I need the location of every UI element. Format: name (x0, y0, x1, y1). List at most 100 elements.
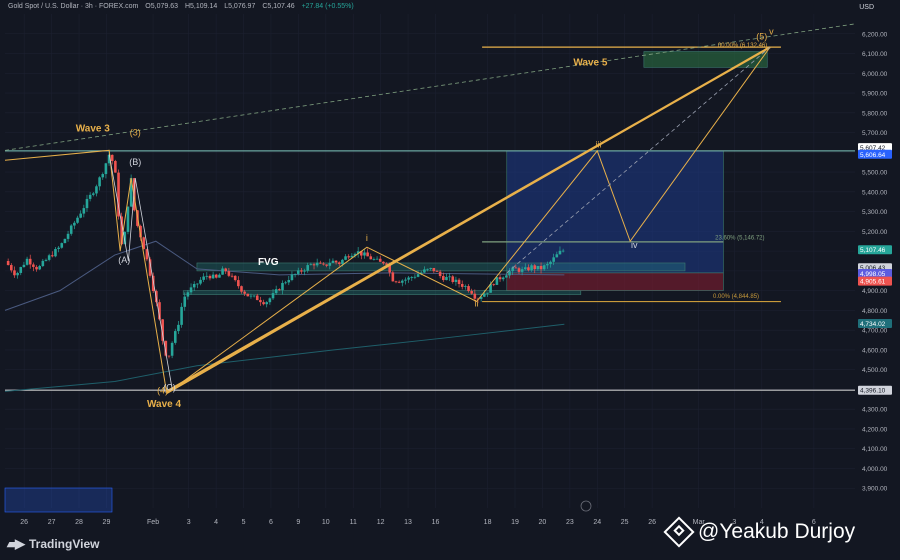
candle-body-10 (38, 266, 41, 270)
candle-body-118 (378, 258, 382, 262)
x-tick-3: 29 (103, 519, 111, 526)
y-tick-22: 6,100.00 (862, 51, 888, 58)
candle-body-59 (192, 283, 196, 288)
candle-body-65 (211, 274, 215, 279)
y-tick-23: 6,200.00 (862, 31, 888, 38)
y-tick-1: 4,000.00 (862, 466, 888, 473)
x-tick-14: 16 (432, 519, 440, 526)
candle-body-72 (233, 275, 237, 281)
candle-body-13 (47, 255, 51, 260)
candle-body-164 (523, 267, 527, 270)
x-tick-1: 27 (48, 519, 56, 526)
candle-body-97 (312, 264, 316, 266)
candle-body-16 (57, 247, 60, 249)
price-change: +27.84 (+0.55%) (301, 3, 354, 10)
candle-body-135 (432, 267, 436, 272)
candle-body-91 (293, 273, 297, 275)
candle-body-31 (104, 163, 108, 175)
candle-body-51 (167, 355, 171, 357)
candle-body-152 (486, 292, 489, 294)
ohlc-open: O5,079.63 (145, 3, 178, 10)
candle-body-54 (177, 324, 180, 332)
candle-body-126 (404, 279, 407, 281)
candle-body-115 (369, 256, 373, 260)
candle-body-29 (98, 177, 101, 187)
candle-body-87 (281, 282, 284, 291)
candle-body-167 (533, 265, 537, 270)
price-tag-7: 4,396.10 (860, 388, 886, 395)
candle-body-170 (542, 265, 546, 270)
candle-body-158 (505, 275, 508, 278)
x-tick-13: 13 (404, 519, 412, 526)
wave-label-6: Wave 4 (147, 399, 182, 410)
x-tick-19: 24 (593, 519, 601, 526)
candle-body-175 (558, 250, 562, 255)
wave-label-3: (A) (118, 255, 130, 265)
candle-body-125 (401, 280, 404, 283)
candle-body-127 (407, 277, 410, 280)
x-tick-21: 26 (648, 519, 656, 526)
candle-body-95 (306, 265, 310, 271)
candle-body-38 (126, 206, 130, 232)
candle-body-79 (255, 295, 259, 301)
chart-header: Gold Spot / U.S. Dollar · 3h · FOREX.com… (8, 3, 354, 10)
y-tick-9: 4,800.00 (862, 308, 888, 315)
price-chart[interactable]: Wave 3 (3)(B)(A)(4)(C)Wave 4iiiiiiiv(5) vW… (0, 0, 900, 560)
candle-body-101 (325, 264, 328, 266)
candle-body-130 (416, 274, 420, 277)
candle-body-25 (85, 198, 89, 209)
candle-body-6 (25, 258, 29, 265)
tradingview-logo: ▰▶ TradingView (7, 536, 99, 552)
wave-label-0: Wave 3 (76, 124, 111, 135)
watermark-diamond-icon (663, 516, 695, 548)
candle-body-93 (300, 270, 303, 272)
candle-body-62 (202, 276, 205, 280)
candle-body-102 (328, 262, 332, 266)
candle-body-113 (363, 252, 366, 256)
price-tag-5: 4,905.61 (860, 279, 886, 286)
candle-body-159 (508, 271, 511, 276)
candle-body-27 (91, 193, 95, 195)
x-tick-2: 28 (75, 519, 83, 526)
x-tick-8: 6 (269, 519, 273, 526)
candle-body-116 (372, 259, 376, 260)
candle-body-114 (366, 252, 369, 257)
ohlc-low: L5,076.97 (224, 3, 256, 10)
candle-body-123 (394, 281, 398, 283)
candle-body-81 (262, 302, 265, 305)
wave-label-12: v (769, 27, 774, 37)
y-tick-0: 3,900.00 (862, 486, 888, 493)
x-tick-0: 26 (20, 519, 28, 526)
candle-body-69 (224, 268, 228, 272)
candle-body-137 (438, 271, 442, 277)
wave-label-14: FVG (258, 257, 279, 268)
candle-body-144 (460, 284, 464, 287)
y-tick-13: 5,200.00 (862, 229, 888, 236)
candle-body-7 (28, 258, 32, 265)
candle-body-89 (287, 280, 291, 283)
candle-body-4 (19, 267, 23, 273)
candle-body-173 (552, 257, 555, 262)
candle-body-5 (22, 264, 26, 268)
candle-body-154 (492, 284, 496, 286)
ohlc-high: H5,109.14 (184, 3, 218, 10)
candle-body-8 (32, 264, 35, 267)
candle-body-34 (114, 160, 117, 173)
y-tick-20: 5,900.00 (862, 91, 888, 98)
candle-body-1 (10, 265, 13, 271)
tradingview-wordmark: TradingView (29, 537, 100, 551)
candle-body-33 (110, 154, 114, 161)
candle-body-58 (189, 287, 193, 293)
price-tag-1: 5,606.64 (860, 152, 886, 159)
candle-body-140 (448, 276, 451, 278)
watermark-text: @Yeakub Durjoy (698, 520, 856, 543)
candle-body-63 (205, 275, 209, 277)
author-watermark: @Yeakub Durjoy (663, 516, 856, 548)
price-tag-6: 4,734.02 (860, 321, 886, 328)
candle-body-55 (180, 306, 183, 325)
y-tick-2: 4,100.00 (862, 446, 888, 453)
moving-average-0 (4, 240, 565, 311)
candle-body-141 (451, 276, 455, 282)
candle-body-14 (50, 255, 54, 257)
candle-body-30 (101, 174, 105, 178)
